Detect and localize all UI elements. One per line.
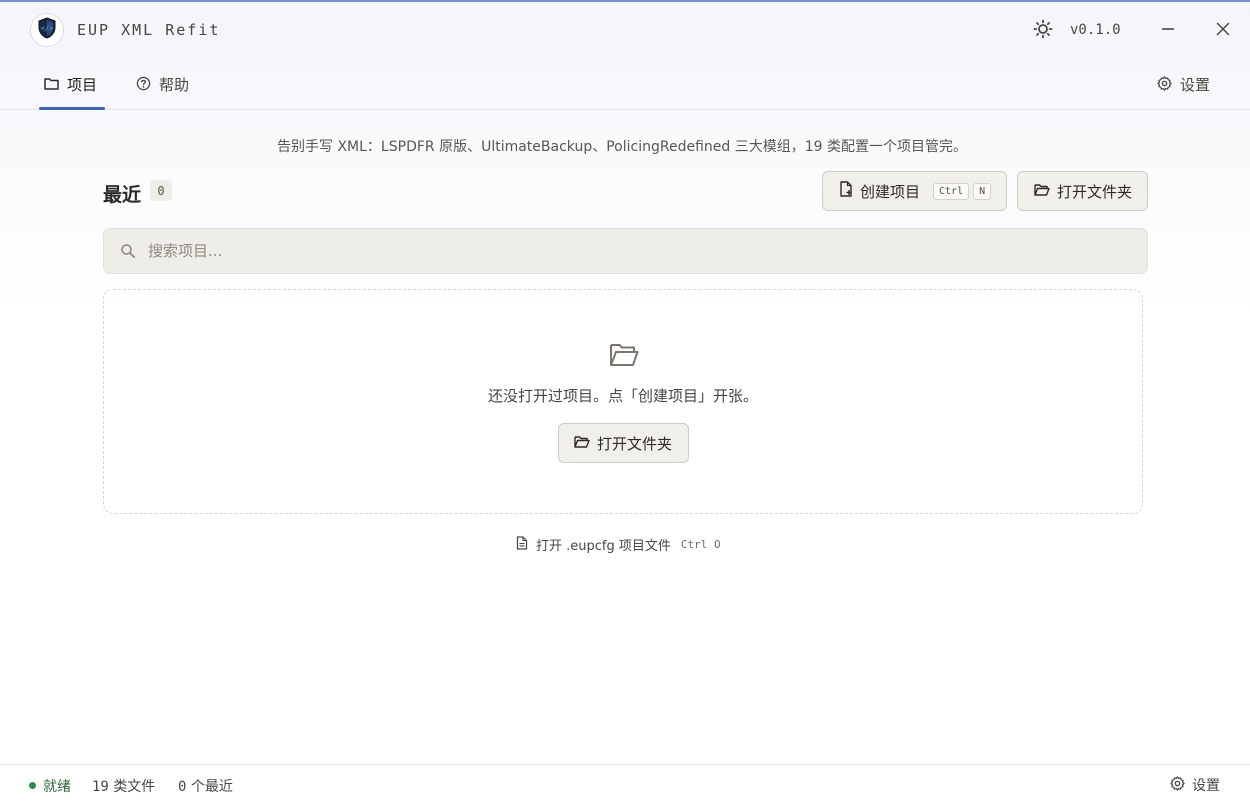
folder-open-icon [574,434,590,452]
open-project-file-label: 打开 .eupcfg 项目文件 [536,539,671,554]
empty-open-folder-label: 打开文件夹 [597,434,673,453]
recent-count-label: 个最近 [190,779,233,795]
tab-help[interactable]: 帮助 [131,74,194,110]
file-count: 19 类文件 [92,776,155,796]
recent-heading: 最近 [103,184,142,206]
minimize-icon [1161,21,1175,40]
status-settings-label: 设置 [1192,778,1220,794]
status-indicator [29,782,36,789]
open-folder-button[interactable]: 打开文件夹 [1017,171,1148,211]
search-icon [120,243,136,263]
theme-toggle-button[interactable] [1032,19,1054,43]
folder-icon [44,76,59,94]
version-label: v0.1.0 [1070,22,1121,38]
app-logo: </> [30,13,64,47]
shortcut-key-n: N [973,182,992,200]
app-window: </> EUP XML Refit v0.1.0 项目 帮助 设置 告别手写 X… [0,0,1250,801]
shortcut-key-ctrl: Ctrl [933,182,970,200]
file-icon [516,535,528,554]
empty-message: 还没打开过项目。点「创建项目」开张。 [487,387,758,405]
tab-projects-label: 项目 [67,76,98,94]
empty-state: 还没打开过项目。点「创建项目」开张。 打开文件夹 [103,289,1143,514]
tab-settings[interactable]: 设置 [1152,74,1215,110]
gear-icon [1170,775,1185,795]
shield-logo-icon: </> [35,16,59,44]
create-project-button[interactable]: 创建项目 Ctrl N [822,171,1007,211]
tab-bar: 项目 帮助 设置 [0,60,1250,110]
close-icon [1216,21,1230,40]
sun-icon [1033,19,1053,43]
help-circle-icon [136,76,151,95]
create-shortcut: Ctrl N [933,182,992,200]
svg-text:</>: </> [41,25,54,33]
recent-count-value: 0 [178,779,187,795]
open-folder-label: 打开文件夹 [1057,182,1133,201]
gear-icon [1157,76,1172,95]
tab-projects[interactable]: 项目 [39,74,105,110]
empty-open-folder-button[interactable]: 打开文件夹 [558,423,689,463]
tagline: 告别手写 XML：LSPDFR 原版、UltimateBackup、Polici… [277,139,967,155]
search-input[interactable] [148,229,1138,273]
title-bar: </> EUP XML Refit v0.1.0 [0,2,1250,60]
folder-open-icon [1034,182,1050,200]
tab-help-label: 帮助 [159,76,190,94]
open-file-shortcut: Ctrl O [680,538,721,551]
recent-count: 0 个最近 [178,776,233,796]
close-window-button[interactable] [1213,20,1233,40]
open-project-file-link[interactable]: 打开 .eupcfg 项目文件 Ctrl O [516,535,721,554]
file-count-value: 19 [92,779,109,795]
file-plus-icon [839,181,853,201]
status-settings-button[interactable]: 设置 [1170,775,1220,795]
minimize-button[interactable] [1158,20,1178,40]
create-project-label: 创建项目 [860,182,921,201]
search-bar [103,228,1148,274]
status-text: 就绪 [43,779,71,795]
recent-count-badge: 0 [150,180,172,201]
folder-open-icon [609,342,639,372]
app-title: EUP XML Refit [77,21,221,39]
tab-settings-label: 设置 [1180,76,1211,94]
status-bar: 就绪 19 类文件 0 个最近 设置 [0,764,1250,801]
file-count-label: 类文件 [113,779,156,795]
